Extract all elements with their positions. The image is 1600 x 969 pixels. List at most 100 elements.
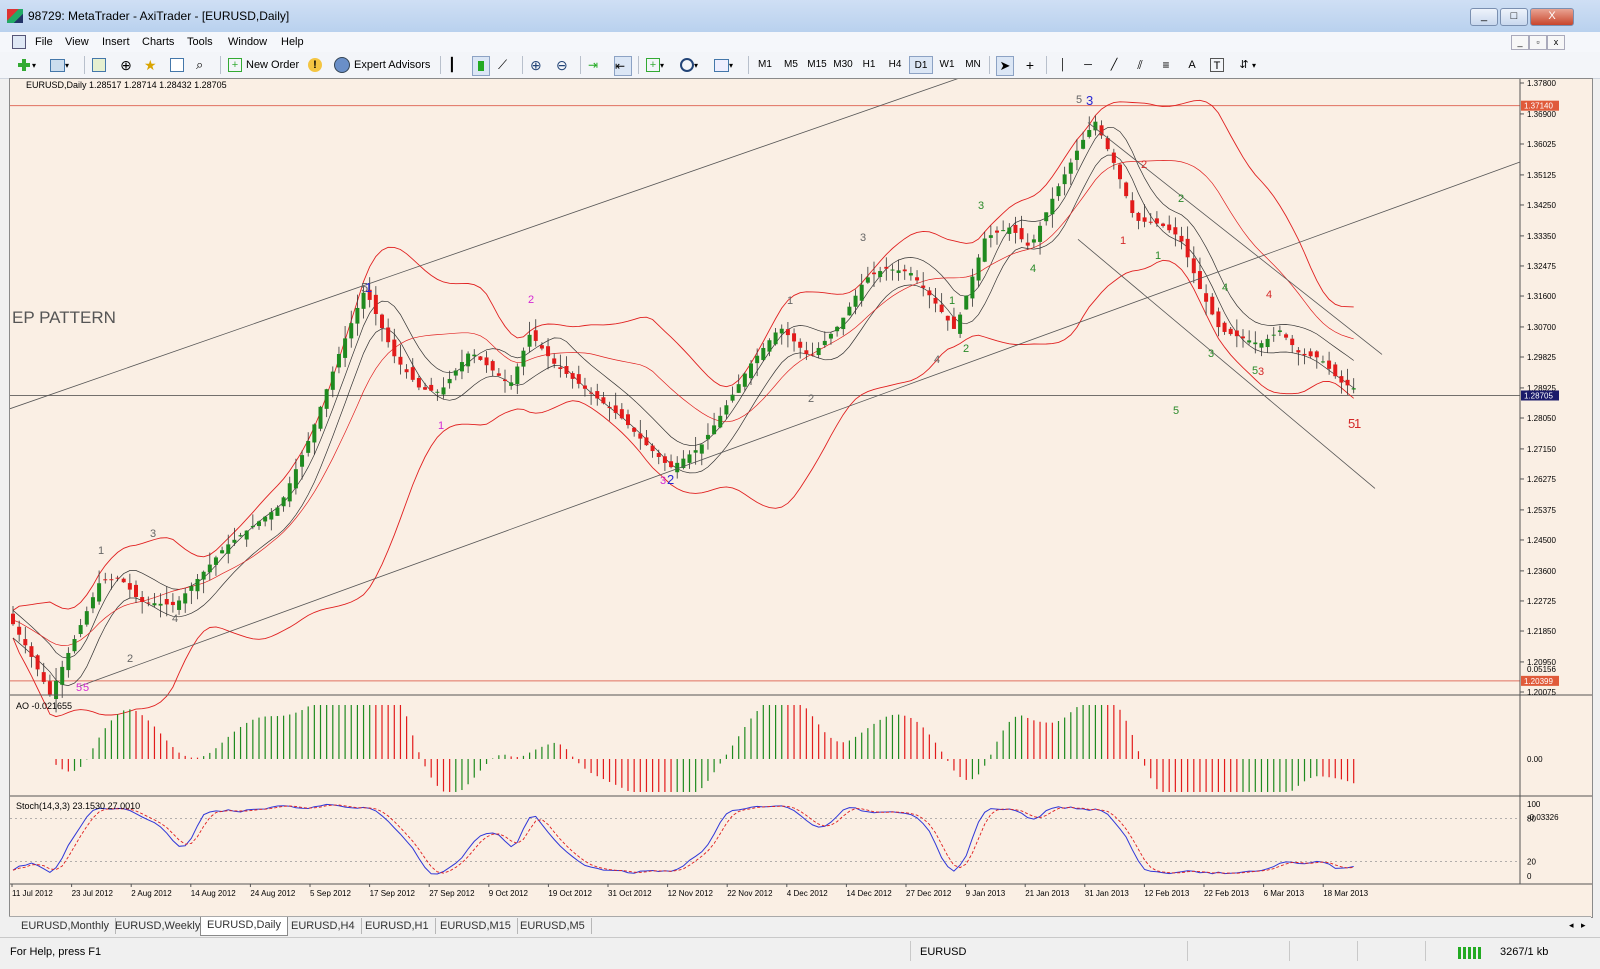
candle-body [705,434,710,440]
fibonacci-button[interactable]: ≡ [1158,56,1174,74]
timeframe-mn[interactable]: MN [961,56,985,74]
menu-tools[interactable]: Tools [187,36,213,48]
candle-body [890,269,895,271]
profiles-icon [50,58,65,72]
timeframe-h4[interactable]: H4 [883,56,907,74]
minimize-button[interactable]: _ [1470,8,1498,26]
info-button[interactable]: ! [308,56,322,74]
chart-window[interactable]: 5512345112321234123455312123453451 1.378… [9,78,1593,918]
terminal-button[interactable] [170,56,184,74]
navigator-button[interactable]: ⊕ [118,56,134,74]
price-tick-label: 1.28050 [1527,414,1556,423]
chart-menu-icon[interactable] [12,35,26,49]
templates-button[interactable]: ▾ [714,56,733,74]
title-bar: 98729: MetaTrader - AxiTrader - [EURUSD,… [0,0,1600,33]
price-tick-label: 1.24500 [1527,536,1556,545]
text-label-button[interactable]: T [1210,56,1224,74]
price-tick-label: 1.33350 [1527,232,1556,241]
menu-file[interactable]: File [35,36,53,48]
menu-help[interactable]: Help [281,36,304,48]
arrows-button[interactable]: ⇵ ▾ [1236,56,1256,74]
tabs-scroll-right-icon[interactable]: ▸ [1581,920,1586,931]
price-tick-label: 1.34250 [1527,201,1556,210]
maximize-button[interactable]: □ [1500,8,1528,26]
candle-body [564,366,569,374]
child-close-button[interactable]: x [1547,35,1565,50]
tab-eurusd-weekly[interactable]: EURUSD,Weekly [109,918,208,934]
timeframe-m5[interactable]: M5 [779,56,803,74]
candle-body [1185,238,1190,258]
new-chart-button[interactable]: ▾ [16,56,36,74]
periods-button[interactable]: ▾ [680,56,698,74]
menu-insert[interactable]: Insert [102,36,130,48]
candle-body [1105,138,1110,150]
tab-eurusd-m15[interactable]: EURUSD,M15 [434,918,518,934]
trendline-button[interactable]: ╱ [1106,56,1122,74]
candle-body [435,391,440,393]
wave-count-label: 5 [76,682,82,694]
folder-button[interactable]: ★ [144,56,160,74]
zoom-in-button[interactable]: ⊕ [530,56,546,74]
cursor-button[interactable]: ➤ [996,56,1014,76]
text-button[interactable]: A [1184,56,1200,74]
candle-body [1081,139,1086,149]
expert-advisors-button[interactable]: Expert Advisors [334,56,430,74]
candle-body [693,450,698,453]
candle-body [115,577,120,579]
candlestick-button[interactable] [472,56,490,76]
chart-canvas[interactable]: 5 5123451123 21234123455 31212345 3451 1.378… [10,79,1592,917]
candle-body [343,338,348,358]
candle-body [976,257,981,281]
horizontal-line-button[interactable]: ─ [1080,56,1096,74]
vertical-line-button[interactable]: │ [1055,56,1071,74]
new-order-button[interactable]: + New Order [228,56,299,74]
tab-eurusd-daily[interactable]: EURUSD,Daily [200,917,288,936]
tab-eurusd-m5[interactable]: EURUSD,M5 [514,918,592,934]
zoom-out-button[interactable]: ⊖ [556,56,572,74]
timeframe-m1[interactable]: M1 [753,56,777,74]
chart-shift-icon: ⇤ [615,59,626,73]
tab-eurusd-h1[interactable]: EURUSD,H1 [359,918,436,934]
timeframe-m15[interactable]: M15 [805,56,829,74]
bar-chart-button[interactable]: ┃ [448,56,464,74]
candle-body [459,362,464,372]
indicators-button[interactable]: + ▾ [646,56,664,74]
tab-eurusd-monthly[interactable]: EURUSD,Monthly [15,918,117,934]
wave-count-label: 1 [1155,250,1161,262]
ao-axis-label: 0.00 [1527,755,1543,764]
timeframe-w1[interactable]: W1 [935,56,959,74]
candle-body [773,332,778,345]
line-chart-button[interactable]: ⟋ [498,56,514,74]
auto-scroll-button[interactable]: ⇥ [588,56,604,74]
candle-body [761,347,766,360]
candle-body [939,304,944,313]
crosshair-button[interactable]: + [1022,56,1038,74]
equidistant-channel-button[interactable]: ⫽ [1132,56,1148,74]
candle-body [121,578,126,583]
candle-body [496,373,501,376]
timeframe-m30[interactable]: M30 [831,56,855,74]
timeframe-d1[interactable]: D1 [909,56,933,74]
close-button[interactable]: X [1530,8,1574,26]
wave-count-label: 3 [1086,93,1093,108]
candle-body [1173,227,1178,235]
menu-view[interactable]: View [65,36,89,48]
wave-count-label: 2 [528,294,534,306]
market-watch-button[interactable] [92,56,106,74]
candle-body [72,639,77,652]
tabs-scroll-left-icon[interactable]: ◂ [1569,920,1574,931]
menu-charts[interactable]: Charts [142,36,174,48]
child-restore-button[interactable]: ▫ [1529,35,1547,50]
menu-window[interactable]: Window [228,36,267,48]
expert-advisors-label: Expert Advisors [354,59,431,71]
connection-bars-icon [1458,947,1482,959]
candle-body [330,371,335,390]
strategy-tester-button[interactable]: ⌕ [196,56,212,74]
chart-shift-button[interactable]: ⇤ [614,56,632,76]
profiles-button[interactable]: ▾ [50,56,69,74]
candle-body [1191,258,1196,274]
child-minimize-button[interactable]: _ [1511,35,1529,50]
timeframe-h1[interactable]: H1 [857,56,881,74]
date-tick-label: 24 Aug 2012 [250,889,295,898]
tab-eurusd-h4[interactable]: EURUSD,H4 [285,918,362,934]
